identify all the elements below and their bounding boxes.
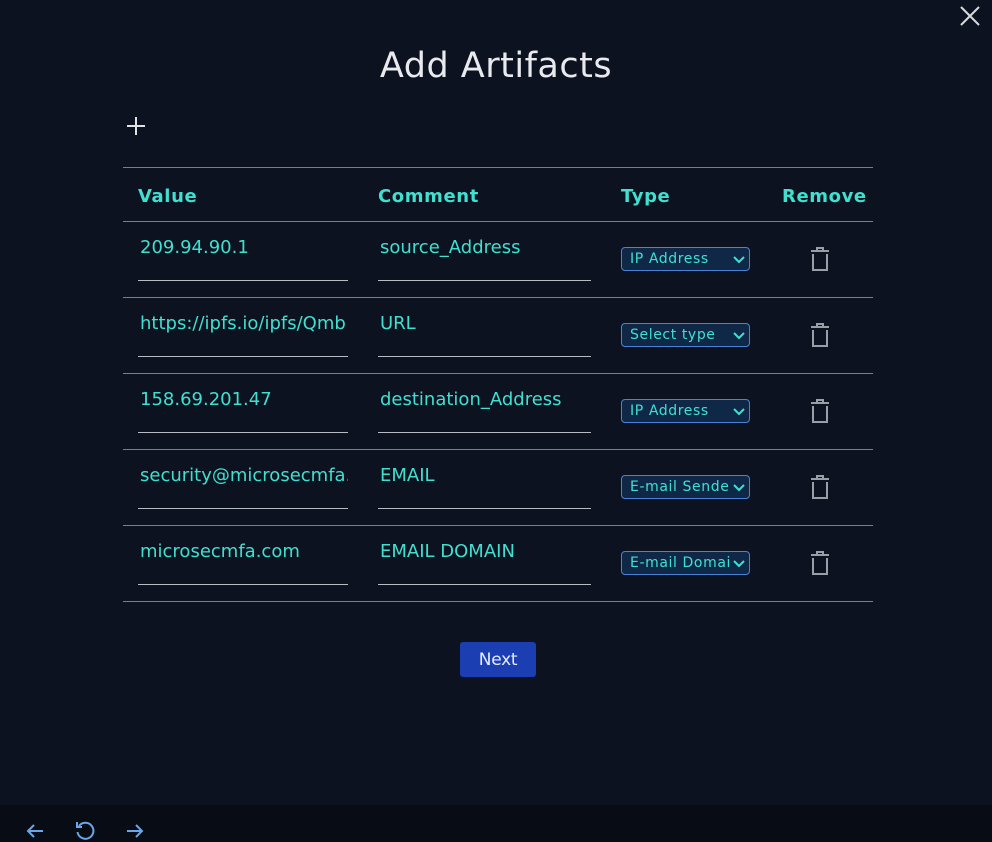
trash-icon[interactable] [809, 322, 831, 348]
add-artifact-button[interactable] [124, 114, 148, 138]
artifacts-table: Value Comment Type Remove 209.94.90.1 so… [123, 167, 873, 602]
plus-icon [127, 117, 145, 135]
chevron-down-icon [733, 332, 745, 340]
table-row: security@microsecmfa. EMAIL E-mail Sende [123, 450, 873, 526]
table-row: 209.94.90.1 source_Address IP Address [123, 222, 873, 298]
type-select[interactable]: E-mail Sende [621, 475, 750, 499]
trash-icon[interactable] [809, 398, 831, 424]
table-row: microsecmfa.com EMAIL DOMAIN E-mail Doma… [123, 526, 873, 602]
type-select-value: IP Address [630, 251, 709, 267]
value-input[interactable]: microsecmfa.com [138, 541, 348, 585]
value-input[interactable]: security@microsecmfa. [138, 465, 348, 509]
comment-input[interactable]: EMAIL DOMAIN [378, 541, 591, 585]
chevron-down-icon [733, 256, 745, 264]
arrow-left-icon[interactable] [24, 820, 46, 842]
type-select-value: Select type [630, 327, 716, 343]
column-header-comment: Comment [378, 186, 479, 207]
type-select[interactable]: E-mail Domai [621, 551, 750, 575]
column-header-remove: Remove [782, 186, 867, 207]
close-icon [960, 6, 980, 26]
comment-input[interactable]: URL [378, 313, 591, 357]
table-header: Value Comment Type Remove [123, 168, 873, 222]
type-select[interactable]: IP Address [621, 247, 750, 271]
bottom-nav-bar [0, 805, 992, 842]
table-row: 158.69.201.47 destination_Address IP Add… [123, 374, 873, 450]
comment-input[interactable]: EMAIL [378, 465, 591, 509]
value-input[interactable]: 209.94.90.1 [138, 237, 348, 281]
type-select-value: E-mail Sende [630, 479, 730, 495]
value-input[interactable]: https://ipfs.io/ipfs/Qmb [138, 313, 348, 357]
chevron-down-icon [733, 408, 745, 416]
trash-icon[interactable] [809, 550, 831, 576]
value-input[interactable]: 158.69.201.47 [138, 389, 348, 433]
type-select[interactable]: IP Address [621, 399, 750, 423]
next-button[interactable]: Next [460, 642, 536, 677]
comment-input[interactable]: destination_Address [378, 389, 591, 433]
chevron-down-icon [733, 484, 745, 492]
type-select-value: E-mail Domai [630, 555, 731, 571]
column-header-type: Type [621, 186, 671, 207]
trash-icon[interactable] [809, 246, 831, 272]
trash-icon[interactable] [809, 474, 831, 500]
table-row: https://ipfs.io/ipfs/Qmb URL Select type [123, 298, 873, 374]
type-select[interactable]: Select type [621, 323, 750, 347]
column-header-value: Value [138, 186, 198, 207]
comment-input[interactable]: source_Address [378, 237, 591, 281]
arrow-right-icon[interactable] [124, 820, 146, 842]
dialog-title: Add Artifacts [379, 46, 613, 86]
close-button[interactable] [958, 4, 982, 28]
refresh-icon[interactable] [74, 820, 96, 842]
chevron-down-icon [733, 560, 745, 568]
type-select-value: IP Address [630, 403, 709, 419]
